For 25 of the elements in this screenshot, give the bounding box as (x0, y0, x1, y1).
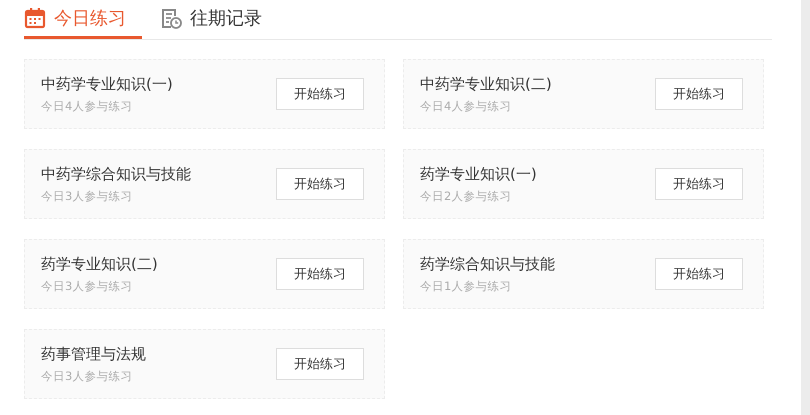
tab[interactable]: 往期记录 (160, 0, 278, 39)
participant-count: 今日3人参与练习 (41, 188, 134, 204)
tab[interactable]: 今日练习 (24, 0, 142, 39)
start-practice-button[interactable]: 开始练习 (276, 258, 364, 290)
start-practice-button[interactable]: 开始练习 (655, 168, 743, 200)
subject-title: 药学综合知识与技能 (420, 254, 555, 274)
start-practice-button[interactable]: 开始练习 (276, 78, 364, 110)
document-clock-icon (160, 7, 182, 29)
start-practice-button[interactable]: 开始练习 (655, 78, 743, 110)
participant-count: 今日4人参与练习 (41, 98, 134, 114)
subject-title: 药学专业知识(二) (41, 254, 158, 274)
subject-title: 中药学专业知识(一) (41, 74, 173, 94)
subject-title: 中药学专业知识(二) (420, 74, 552, 94)
subject-title: 药学专业知识(一) (420, 164, 537, 184)
calendar-icon (24, 7, 46, 29)
start-practice-button[interactable]: 开始练习 (655, 258, 743, 290)
participant-count: 今日2人参与练习 (420, 188, 512, 204)
subject-title: 中药学综合知识与技能 (41, 164, 191, 184)
start-practice-button[interactable]: 开始练习 (276, 168, 364, 200)
participant-count: 今日4人参与练习 (420, 98, 512, 114)
participant-count: 今日3人参与练习 (41, 368, 134, 384)
subject-title: 药事管理与法规 (41, 344, 146, 364)
start-practice-button[interactable]: 开始练习 (276, 348, 364, 380)
participant-count: 今日3人参与练习 (41, 278, 134, 294)
participant-count: 今日1人参与练习 (420, 278, 512, 294)
